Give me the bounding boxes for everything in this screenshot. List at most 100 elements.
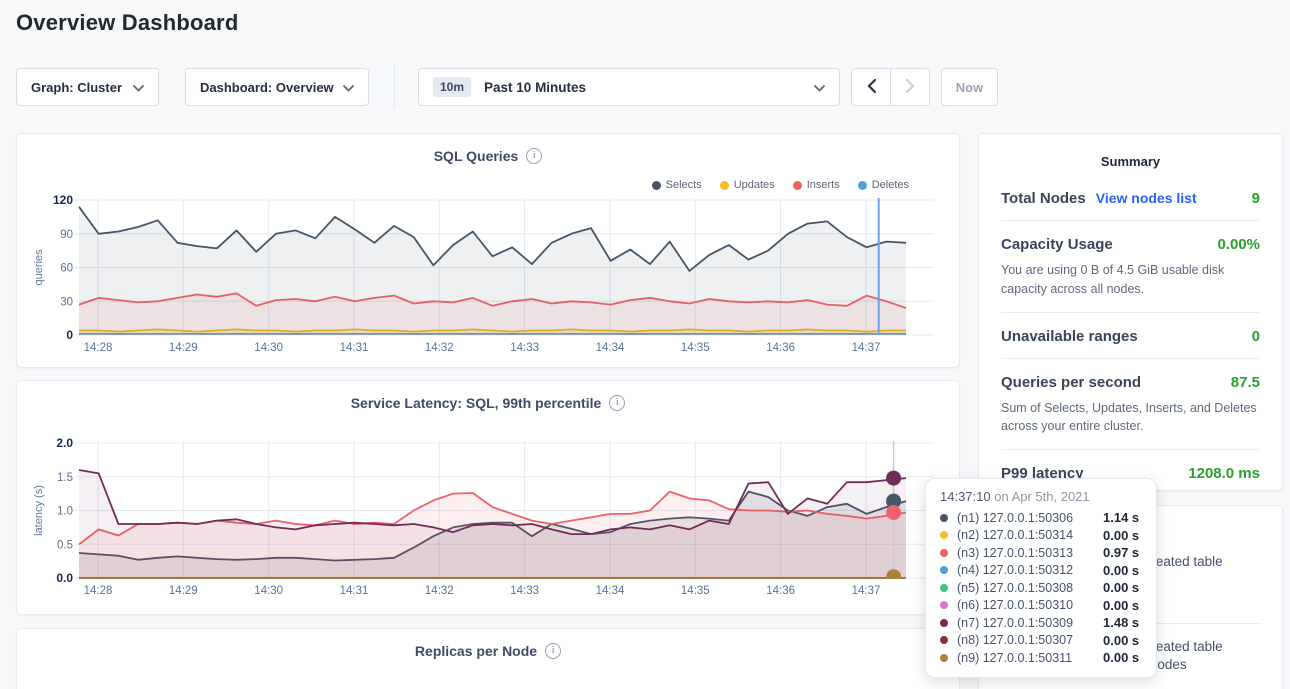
summary-value: 1208.0 ms (1188, 465, 1260, 482)
time-next-button[interactable] (890, 68, 930, 106)
summary-label: Total Nodes (1001, 190, 1086, 207)
svg-text:14:28: 14:28 (84, 342, 113, 354)
svg-text:queries: queries (33, 249, 45, 286)
summary-value: 0 (1252, 328, 1260, 345)
node-address: (n5) 127.0.0.1:50308 (957, 581, 1103, 595)
node-address: (n3) 127.0.0.1:50313 (957, 546, 1103, 560)
svg-text:14:35: 14:35 (681, 342, 710, 354)
node-address: (n7) 127.0.0.1:50309 (957, 616, 1103, 630)
graph-dropdown[interactable]: Graph: Cluster (16, 68, 159, 106)
time-range-dropdown[interactable]: 10m Past 10 Minutes (418, 68, 840, 106)
svg-text:0.5: 0.5 (57, 539, 73, 551)
service-latency-chart-card: Service Latency: SQL, 99th percentile i … (16, 380, 960, 615)
time-prev-button[interactable] (851, 68, 891, 106)
legend-dot (720, 181, 729, 190)
summary-value: 87.5 (1231, 374, 1260, 391)
chart-title: Service Latency: SQL, 99th percentile (351, 395, 602, 411)
graph-dropdown-label: Graph: Cluster (31, 80, 122, 95)
chevron-left-icon (867, 79, 876, 96)
node-color-dot (940, 531, 948, 539)
chevron-down-icon (133, 80, 144, 95)
node-address: (n4) 127.0.0.1:50312 (957, 563, 1103, 577)
node-latency-value: 0.00 s (1103, 580, 1139, 595)
node-color-dot (940, 636, 948, 644)
svg-text:14:36: 14:36 (766, 585, 795, 597)
svg-text:14:34: 14:34 (596, 585, 625, 597)
chart-hover-tooltip: 14:37:10 on Apr 5th, 2021 (n1) 127.0.0.1… (925, 478, 1157, 678)
sql-queries-chart[interactable]: 030609012014:2814:2914:3014:3114:3214:33… (29, 190, 937, 356)
chevron-right-icon (906, 79, 915, 96)
svg-text:14:35: 14:35 (681, 585, 710, 597)
svg-text:14:30: 14:30 (254, 585, 283, 597)
node-address: (n6) 127.0.0.1:50310 (957, 598, 1103, 612)
svg-text:2.0: 2.0 (56, 436, 73, 450)
chart-title: SQL Queries (434, 148, 519, 164)
svg-text:14:31: 14:31 (340, 342, 369, 354)
summary-title: Summary (979, 154, 1282, 169)
node-latency-value: 1.48 s (1103, 615, 1139, 630)
svg-text:14:33: 14:33 (510, 585, 539, 597)
summary-description: Sum of Selects, Updates, Inserts, and De… (1001, 399, 1260, 437)
node-latency-value: 0.00 s (1103, 563, 1139, 578)
svg-text:14:34: 14:34 (596, 342, 625, 354)
node-latency-value: 0.00 s (1103, 528, 1139, 543)
summary-description: You are using 0 B of 4.5 GiB usable disk… (1001, 261, 1260, 299)
tooltip-row-n4: (n4) 127.0.0.1:503120.00 s (940, 562, 1142, 580)
service-latency-chart[interactable]: 0.00.51.01.52.014:2814:2914:3014:3114:32… (29, 433, 937, 599)
svg-text:14:37: 14:37 (852, 342, 881, 354)
toolbar-divider (394, 64, 395, 109)
now-button[interactable]: Now (941, 68, 998, 106)
svg-text:1.0: 1.0 (57, 506, 73, 518)
service-latency-title-row: Service Latency: SQL, 99th percentile i (17, 395, 959, 411)
info-icon[interactable]: i (545, 643, 561, 659)
chart-title: Replicas per Node (415, 643, 537, 659)
summary-label: Capacity Usage (1001, 236, 1113, 253)
legend-dot (652, 181, 661, 190)
node-address: (n8) 127.0.0.1:50307 (957, 633, 1103, 647)
node-latency-value: 0.00 s (1103, 633, 1139, 648)
summary-row-queries-per-second: Queries per second 87.5 Sum of Selects, … (1001, 359, 1260, 451)
svg-text:0: 0 (66, 328, 73, 342)
node-latency-value: 0.97 s (1103, 545, 1139, 560)
svg-text:14:36: 14:36 (766, 342, 795, 354)
svg-text:14:33: 14:33 (510, 342, 539, 354)
tooltip-row-n7: (n7) 127.0.0.1:503091.48 s (940, 614, 1142, 632)
node-color-dot (940, 601, 948, 609)
summary-value: 0.00% (1217, 236, 1260, 253)
node-color-dot (940, 619, 948, 627)
node-latency-value: 0.00 s (1103, 650, 1139, 665)
sql-queries-chart-card: SQL Queries i Selects Updates Inserts De… (16, 133, 960, 368)
dashboard-dropdown-label: Dashboard: Overview (200, 80, 334, 95)
info-icon[interactable]: i (526, 148, 542, 164)
summary-label: Unavailable ranges (1001, 328, 1138, 345)
legend-dot (858, 181, 867, 190)
svg-text:1.5: 1.5 (57, 472, 73, 484)
legend-dot (793, 181, 802, 190)
node-address: (n2) 127.0.0.1:50314 (957, 528, 1103, 542)
info-icon[interactable]: i (609, 395, 625, 411)
svg-text:0.0: 0.0 (56, 571, 73, 585)
tooltip-row-n9: (n9) 127.0.0.1:503110.00 s (940, 649, 1142, 667)
svg-text:14:29: 14:29 (169, 342, 198, 354)
chevron-down-icon (343, 80, 354, 95)
tooltip-row-n6: (n6) 127.0.0.1:503100.00 s (940, 597, 1142, 615)
summary-value: 9 (1252, 190, 1260, 207)
svg-text:14:30: 14:30 (254, 342, 283, 354)
replicas-per-node-chart-card: Replicas per Node i (16, 628, 960, 689)
svg-text:14:28: 14:28 (84, 585, 113, 597)
svg-text:latency (s): latency (s) (33, 485, 45, 536)
replicas-title-row: Replicas per Node i (17, 643, 959, 659)
node-color-dot (940, 514, 948, 522)
chevron-down-icon (814, 80, 825, 95)
tooltip-time: 14:37:10 (940, 489, 991, 504)
tooltip-row-n1: (n1) 127.0.0.1:503061.14 s (940, 509, 1142, 527)
view-nodes-list-link[interactable]: View nodes list (1096, 190, 1197, 206)
time-range-label: Past 10 Minutes (484, 80, 586, 95)
svg-text:120: 120 (53, 193, 73, 207)
svg-text:14:37: 14:37 (852, 585, 881, 597)
svg-text:14:29: 14:29 (169, 585, 198, 597)
node-address: (n9) 127.0.0.1:50311 (957, 651, 1103, 665)
tooltip-date: on Apr 5th, 2021 (994, 489, 1089, 504)
dashboard-dropdown[interactable]: Dashboard: Overview (185, 68, 369, 106)
svg-text:30: 30 (60, 296, 73, 308)
